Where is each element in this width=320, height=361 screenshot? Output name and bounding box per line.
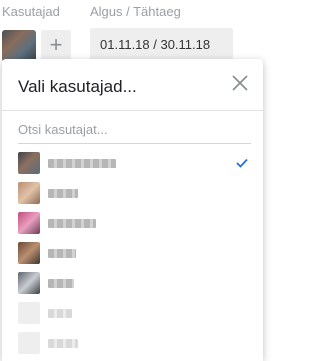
avatar-placeholder <box>18 332 40 354</box>
avatar <box>18 152 40 174</box>
list-item[interactable] <box>2 179 263 209</box>
user-name-blurred <box>48 309 72 318</box>
user-name-blurred <box>48 339 78 348</box>
popup-title: Vali kasutajad... <box>18 77 137 96</box>
avatar <box>18 212 40 234</box>
user-name-blurred <box>48 159 116 168</box>
user-list <box>2 149 263 359</box>
checkmark-icon <box>236 158 248 168</box>
user-picker-popup: Vali kasutajad... <box>2 59 263 361</box>
popup-divider <box>2 110 263 111</box>
list-item[interactable] <box>2 239 263 269</box>
date-range-field[interactable]: 01.11.18 / 30.11.18 <box>90 28 233 62</box>
search-input[interactable] <box>18 115 251 144</box>
users-label: Kasutajad <box>2 4 60 19</box>
assignee-avatar[interactable] <box>2 30 36 62</box>
avatar-placeholder <box>18 302 40 324</box>
list-item[interactable] <box>2 209 263 239</box>
user-name-blurred <box>48 279 74 288</box>
close-icon[interactable] <box>230 73 250 93</box>
list-item[interactable] <box>2 329 263 359</box>
user-name-blurred <box>48 219 96 228</box>
list-item[interactable] <box>2 149 263 179</box>
avatar <box>18 242 40 264</box>
add-user-button[interactable]: + <box>41 30 71 61</box>
avatar <box>18 272 40 294</box>
dates-label: Algus / Tähtaeg <box>90 4 181 19</box>
list-item[interactable] <box>2 269 263 299</box>
user-name-blurred <box>48 189 78 198</box>
list-item[interactable] <box>2 299 263 329</box>
avatar <box>18 182 40 204</box>
user-name-blurred <box>48 249 76 258</box>
